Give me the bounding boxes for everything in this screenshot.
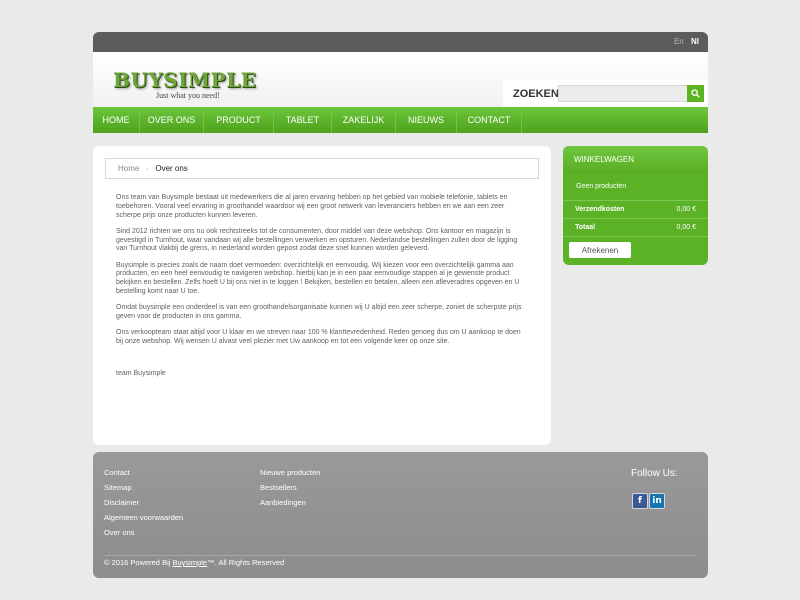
article-body: Ons team van Buysimple bestaat uit medew… (116, 194, 528, 386)
footer: Contact Sitemap Disclaimer Algemeen voor… (93, 452, 708, 578)
nav-item-zakelijk[interactable]: ZAKELIJK (332, 107, 396, 133)
cart-row-shipping: Verzendkosten 0,00 € (563, 201, 708, 219)
breadcrumb-home-link[interactable]: Home (118, 164, 139, 173)
copyright-brand-link[interactable]: Buysimple (172, 558, 207, 567)
search-box: ZOEKEN (503, 80, 708, 107)
follow-us-label: Follow Us: (631, 468, 678, 479)
breadcrumb-current: Over ons (155, 164, 188, 173)
cart-title[interactable]: WINKELWAGEN (563, 146, 708, 173)
footer-links-products: Nieuwe producten Bestsellers Aanbiedinge… (260, 468, 320, 513)
linkedin-icon-glyph: in (652, 496, 662, 506)
main-content: Home › Over ons Ons team van Buysimple bes… (93, 146, 551, 445)
checkout-button[interactable]: Afrekenen (569, 242, 631, 258)
copyright-suffix: ™. All Rights Reserved (207, 558, 285, 567)
footer-link-disclaimer[interactable]: Disclaimer (104, 498, 183, 513)
footer-divider (104, 555, 697, 556)
facebook-icon[interactable]: f (632, 493, 648, 509)
cart-row-label: Totaal (575, 224, 596, 231)
nav-item-contact[interactable]: CONTACT (457, 107, 522, 133)
article-signature: team Buysimple (116, 369, 166, 377)
cart-row-value: 0,00 € (676, 224, 696, 231)
copyright: © 2016 Powered Bij Buysimple™. All Right… (104, 558, 284, 567)
cart-row-label: Verzendkosten (575, 206, 625, 213)
linkedin-icon[interactable]: in (649, 493, 665, 509)
footer-link-contact[interactable]: Contact (104, 468, 183, 483)
footer-link-terms[interactable]: Algemeen voorwaarden (104, 513, 183, 528)
copyright-prefix: © 2016 Powered Bij (104, 558, 173, 567)
cart-row-total: Totaal 0,00 € (563, 219, 708, 237)
article-paragraph: Buysimple is precies zoals de naam doet … (116, 261, 520, 295)
main-nav: HOME OVER ONS PRODUCT TABLET ZAKELIJK NI… (93, 107, 708, 133)
header: BUYSIMPLE Just what you need! ZOEKEN (93, 52, 708, 107)
shopping-cart: WINKELWAGEN Geen producten Verzendkosten… (563, 146, 708, 265)
nav-item-product[interactable]: PRODUCT (204, 107, 274, 133)
footer-link-sitemap[interactable]: Sitemap (104, 483, 183, 498)
cart-row-value: 0,00 € (676, 206, 696, 213)
article-paragraph: Omdat buysimple een onderdeel is van een… (116, 304, 522, 320)
language-en-link[interactable]: En (674, 37, 684, 46)
breadcrumb: Home › Over ons (105, 158, 539, 179)
breadcrumb-separator-icon: › (146, 167, 149, 173)
language-switcher: En Nl (669, 37, 699, 46)
search-input[interactable] (558, 85, 688, 102)
top-bar: En Nl (93, 32, 708, 52)
logo[interactable]: BUYSIMPLE (113, 68, 256, 92)
nav-item-nieuws[interactable]: NIEUWS (396, 107, 457, 133)
footer-link-bestsellers[interactable]: Bestsellers (260, 483, 320, 498)
nav-item-home[interactable]: HOME (93, 107, 140, 133)
nav-item-over-ons[interactable]: OVER ONS (140, 107, 204, 133)
article-paragraph: Sind 2012 richten we ons nu ook rechtstr… (116, 227, 518, 253)
article-paragraph: Ons team van Buysimple bestaat uit medew… (116, 194, 508, 219)
search-button[interactable] (687, 85, 704, 102)
tagline: Just what you need! (156, 91, 220, 100)
footer-link-about[interactable]: Over ons (104, 528, 183, 543)
article-paragraph: Ons verkoopteam staat altijd voor U klaa… (116, 329, 521, 345)
language-nl-link[interactable]: Nl (691, 37, 699, 46)
search-label: ZOEKEN (513, 88, 559, 100)
search-icon (691, 89, 700, 98)
cart-empty-message: Geen producten (563, 173, 708, 201)
facebook-icon-glyph: f (638, 496, 642, 506)
nav-item-tablet[interactable]: TABLET (274, 107, 332, 133)
footer-link-new-products[interactable]: Nieuwe producten (260, 468, 320, 483)
footer-link-offers[interactable]: Aanbiedingen (260, 498, 320, 513)
footer-links-info: Contact Sitemap Disclaimer Algemeen voor… (104, 468, 183, 543)
